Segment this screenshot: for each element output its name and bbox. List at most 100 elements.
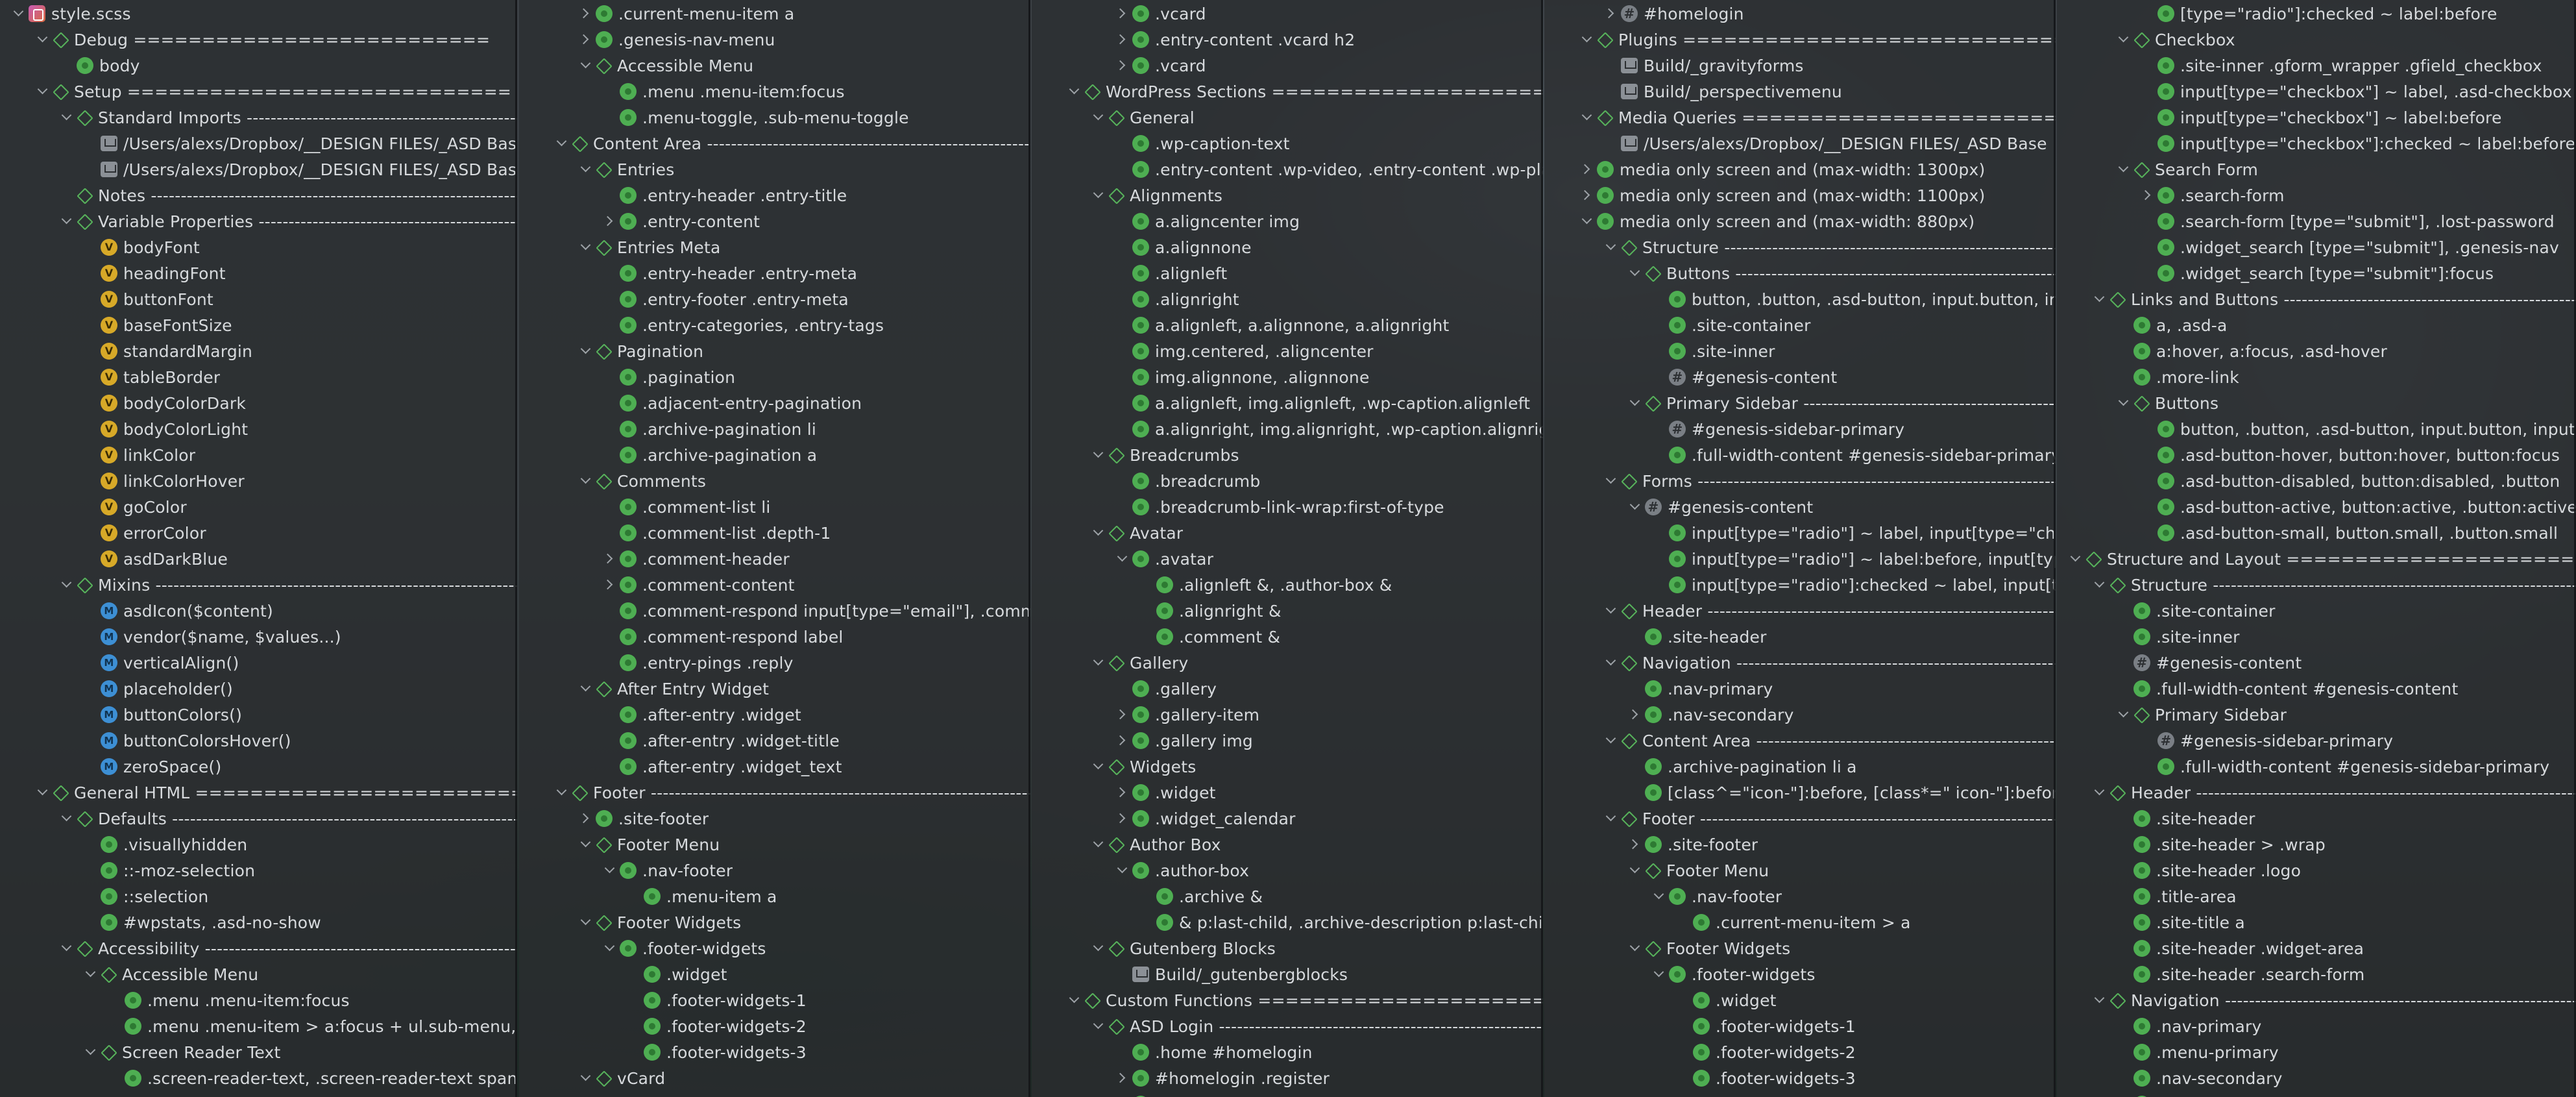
tree-section[interactable]: vCard xyxy=(519,1065,1030,1091)
chevron-down-icon[interactable] xyxy=(57,208,77,234)
tree-node[interactable]: .entry-header .entry-title xyxy=(519,182,1030,208)
chevron-down-icon[interactable] xyxy=(600,935,620,961)
tree-node[interactable]: .nav-primary xyxy=(1544,676,2056,702)
chevron-down-icon[interactable] xyxy=(1065,79,1084,105)
chevron-down-icon[interactable] xyxy=(1089,1013,1108,1039)
tree-section[interactable]: Accessible Menu xyxy=(519,53,1030,79)
chevron-right-icon[interactable] xyxy=(576,27,596,53)
tree-node[interactable]: .asd-button-disabled, button:disabled, .… xyxy=(2057,468,2576,494)
tree-node[interactable]: .footer-widgets-2 xyxy=(519,1013,1030,1039)
chevron-down-icon[interactable] xyxy=(81,1039,101,1065)
tree-node[interactable]: .after-entry .widget xyxy=(519,702,1030,728)
chevron-down-icon[interactable] xyxy=(57,806,77,832)
tree-node[interactable]: .entry-categories, .entry-tags xyxy=(519,312,1030,338)
tree-section[interactable]: Entries xyxy=(519,156,1030,182)
tree-section[interactable]: After Entry Widget xyxy=(519,676,1030,702)
tree-node[interactable]: .after-entry .widget-title xyxy=(519,728,1030,754)
chevron-down-icon[interactable] xyxy=(1089,754,1108,780)
tree-node[interactable]: verticalAlign() xyxy=(0,650,517,676)
tree-node[interactable]: .author-box xyxy=(1032,857,1543,883)
tree-section[interactable]: Gutenberg Blocks xyxy=(1032,935,1543,961)
tree-section[interactable]: Structure ------------------------------… xyxy=(2057,572,2576,598)
chevron-down-icon[interactable] xyxy=(1089,442,1108,468)
tree-node[interactable]: .asd-button-small, button.small, .button… xyxy=(2057,520,2576,546)
tree-section[interactable]: Footer Widgets xyxy=(1544,935,2056,961)
chevron-down-icon[interactable] xyxy=(1089,650,1108,676)
tree-node[interactable]: #homelogin xyxy=(1032,1091,1543,1097)
tree-node[interactable]: .site-title a xyxy=(2057,909,2576,935)
chevron-down-icon[interactable] xyxy=(576,156,596,182)
chevron-down-icon[interactable] xyxy=(576,909,596,935)
tree-node[interactable]: .current-menu-item a xyxy=(2057,1091,2576,1097)
chevron-right-icon[interactable] xyxy=(1113,1065,1132,1091)
tree-section[interactable]: Header ---------------------------------… xyxy=(1544,598,2056,624)
tree-node[interactable]: .nav-primary xyxy=(2057,1013,2576,1039)
tree-section[interactable]: Primary Sidebar xyxy=(2057,702,2576,728)
tree-node[interactable]: /Users/alexs/Dropbox/__DESIGN FILES/_ASD… xyxy=(0,130,517,156)
tree-node[interactable]: .site-header xyxy=(2057,806,2576,832)
tree-node[interactable]: [class^="icon-"]:before, [class*=" icon-… xyxy=(1544,780,2056,806)
tree-node[interactable]: .site-inner .gform_wrapper .gfield_check… xyxy=(2057,53,2576,79)
tree-node[interactable]: a.alignright, img.alignright, .wp-captio… xyxy=(1032,416,1543,442)
chevron-down-icon[interactable] xyxy=(2114,390,2133,416)
tree-section[interactable]: Media Queries ==========================… xyxy=(1544,105,2056,130)
chevron-right-icon[interactable] xyxy=(1113,1091,1132,1097)
tree-section[interactable]: Structure ------------------------------… xyxy=(1544,234,2056,260)
chevron-right-icon[interactable] xyxy=(1113,806,1132,832)
chevron-down-icon[interactable] xyxy=(1601,806,1621,832)
tree-node[interactable]: ::selection xyxy=(0,883,517,909)
tree-node[interactable]: #homelogin .register xyxy=(1032,1065,1543,1091)
tree-node[interactable]: .gallery img xyxy=(1032,728,1543,754)
chevron-down-icon[interactable] xyxy=(2114,156,2133,182)
tree-node[interactable]: bodyFont xyxy=(0,234,517,260)
chevron-down-icon[interactable] xyxy=(57,935,77,961)
chevron-down-icon[interactable] xyxy=(600,857,620,883)
tree-section[interactable]: Setup ============================ xyxy=(0,79,517,105)
tree-section[interactable]: Mixins ---------------------------------… xyxy=(0,572,517,598)
tree-node[interactable]: .adjacent-entry-pagination xyxy=(519,390,1030,416)
chevron-right-icon[interactable] xyxy=(1577,182,1597,208)
chevron-down-icon[interactable] xyxy=(2114,27,2133,53)
chevron-down-icon[interactable] xyxy=(1625,494,1645,520)
chevron-down-icon[interactable] xyxy=(576,468,596,494)
chevron-down-icon[interactable] xyxy=(576,1065,596,1091)
tree-section[interactable]: General xyxy=(1032,105,1543,130)
tree-node[interactable]: .site-header xyxy=(1544,624,2056,650)
tree-node[interactable]: .menu .menu-item > a:focus + ul.sub-menu… xyxy=(0,1013,517,1039)
chevron-down-icon[interactable] xyxy=(1601,650,1621,676)
tree-node[interactable]: .menu .menu-item:focus xyxy=(519,79,1030,105)
chevron-right-icon[interactable] xyxy=(1577,156,1597,182)
tree-node[interactable]: .screen-reader-text, .screen-reader-text… xyxy=(0,1065,517,1091)
chevron-down-icon[interactable] xyxy=(2066,546,2085,572)
tree-node[interactable]: baseFontSize xyxy=(0,312,517,338)
chevron-right-icon[interactable] xyxy=(576,806,596,832)
tree-node[interactable]: .comment-list li xyxy=(519,494,1030,520)
chevron-down-icon[interactable] xyxy=(33,780,53,806)
chevron-down-icon[interactable] xyxy=(2090,987,2109,1013)
chevron-down-icon[interactable] xyxy=(9,1,29,27)
tree-node[interactable]: a.alignleft, a.alignnone, a.alignright xyxy=(1032,312,1543,338)
tree-node[interactable]: media only screen and (max-width: 1300px… xyxy=(1544,156,2056,182)
chevron-right-icon[interactable] xyxy=(1113,728,1132,754)
chevron-down-icon[interactable] xyxy=(1089,520,1108,546)
chevron-down-icon[interactable] xyxy=(1577,208,1597,234)
tree-node[interactable]: .site-footer xyxy=(1544,832,2056,857)
tree-node[interactable]: headingFont xyxy=(0,260,517,286)
tree-node[interactable]: .search-form [type="submit"], .lost-pass… xyxy=(2057,208,2576,234)
tree-node[interactable]: .nav-secondary xyxy=(1544,702,2056,728)
chevron-down-icon[interactable] xyxy=(2090,572,2109,598)
chevron-down-icon[interactable] xyxy=(57,105,77,130)
tree-node[interactable]: asdIcon($content) xyxy=(0,598,517,624)
tree-node[interactable]: .site-container xyxy=(2057,598,2576,624)
tree-node[interactable]: .full-width-content #genesis-sidebar-pri… xyxy=(2057,754,2576,780)
tree-node[interactable]: .site-container xyxy=(1544,312,2056,338)
tree-node[interactable]: .footer-widgets-1 xyxy=(1544,1013,2056,1039)
tree-node[interactable]: .title-area xyxy=(2057,883,2576,909)
tree-node[interactable]: Build/_perspectivemenu xyxy=(1544,79,2056,105)
tree-node[interactable]: .footer-widgets-2 xyxy=(1544,1039,2056,1065)
tree-node[interactable]: standardMargin xyxy=(0,338,517,364)
tree-node[interactable]: .comment-respond input[type="email"], .c… xyxy=(519,598,1030,624)
tree-node[interactable]: #genesis-content xyxy=(2057,650,2576,676)
structure-panel-2[interactable]: .current-menu-item a .genesis-nav-menu Acc… xyxy=(519,0,1030,1097)
tree-node[interactable]: placeholder() xyxy=(0,676,517,702)
